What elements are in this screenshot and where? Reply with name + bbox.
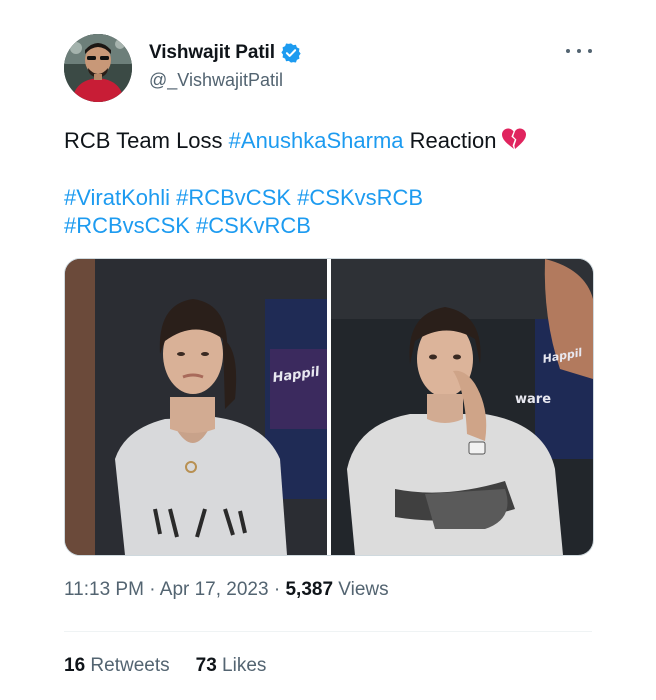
- tweet-date[interactable]: Apr 17, 2023: [160, 579, 269, 600]
- verified-badge-icon: [281, 43, 301, 63]
- engagement-stats: 16 Retweets 73 Likes: [64, 655, 266, 677]
- hashtag-rcbvscsk[interactable]: #RCBvsCSK: [64, 213, 190, 238]
- retweets-stat[interactable]: 16 Retweets: [64, 655, 170, 676]
- tweet-time[interactable]: 11:13 PM: [64, 579, 144, 600]
- more-dot: [566, 49, 570, 53]
- meta-separator: ·: [273, 579, 281, 600]
- likes-stat[interactable]: 73 Likes: [196, 655, 267, 676]
- media-grid: Happil Happil ware: [64, 258, 594, 556]
- tweet-text-prefix: RCB Team Loss: [64, 128, 229, 153]
- tweet-text: RCB Team Loss #AnushkaSharma Reaction: [64, 126, 527, 156]
- more-dot: [577, 49, 581, 53]
- retweets-label: Retweets: [90, 655, 170, 676]
- more-dot: [588, 49, 592, 53]
- right-image-caption-2: ware: [515, 392, 551, 407]
- hashtags-line-2: #RCBvsCSK #CSKvRCB: [64, 211, 311, 241]
- more-options-icon[interactable]: [566, 44, 592, 58]
- views-count: 5,387: [285, 579, 334, 600]
- media-image-left[interactable]: Happil: [65, 259, 327, 555]
- likes-count: 73: [195, 655, 217, 676]
- views-label: Views: [338, 579, 389, 600]
- hashtags-line-1: #ViratKohli #RCBvCSK #CSKvsRCB: [64, 183, 423, 213]
- hashtag-cskvsrcb[interactable]: #CSKvsRCB: [297, 185, 423, 210]
- tweet-meta: 11:13 PM · Apr 17, 2023 · 5,387 Views: [64, 579, 389, 601]
- likes-label: Likes: [222, 655, 267, 676]
- retweets-count: 16: [64, 655, 86, 676]
- hashtag-viratkohli[interactable]: #ViratKohli: [64, 185, 170, 210]
- hashtag-cskvrcb[interactable]: #CSKvRCB: [196, 213, 311, 238]
- avatar[interactable]: [64, 34, 132, 102]
- author-name-row: Vishwajit Patil: [149, 40, 302, 66]
- hashtag-rcbvcsk[interactable]: #RCBvCSK: [176, 185, 291, 210]
- author-display-name[interactable]: Vishwajit Patil: [149, 42, 275, 64]
- author-handle[interactable]: @_VishwajitPatil: [149, 70, 283, 91]
- divider: [64, 631, 592, 632]
- meta-separator: ·: [149, 579, 156, 600]
- hashtag-anushkasharma[interactable]: #AnushkaSharma: [229, 128, 404, 153]
- media-image-right[interactable]: Happil ware: [331, 259, 593, 555]
- broken-heart-icon: [501, 128, 526, 149]
- tweet-card: Vishwajit Patil @_VishwajitPatil RCB Tea…: [0, 0, 656, 700]
- tweet-text-suffix: Reaction: [403, 128, 497, 153]
